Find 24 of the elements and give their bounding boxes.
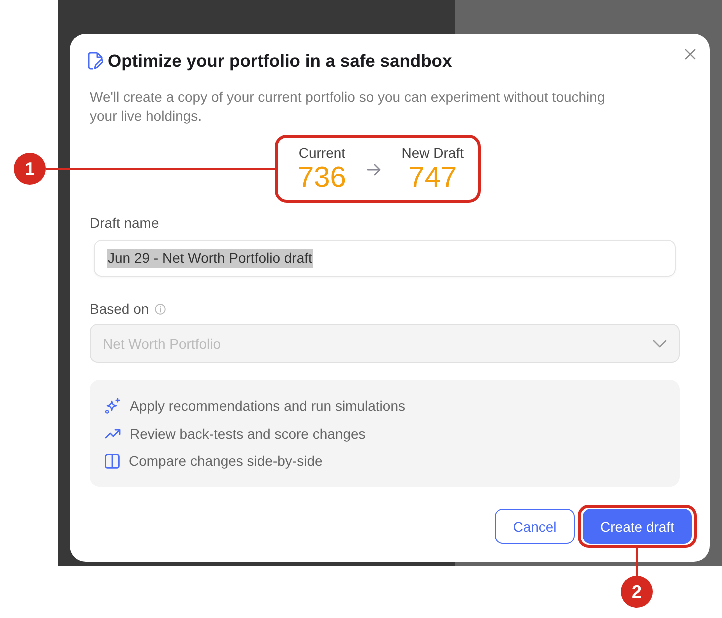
feature-text: Compare changes side-by-side [129, 452, 323, 471]
based-on-label: Based on [90, 300, 150, 318]
arrow-right-icon [367, 164, 382, 176]
feature-text: Review back-tests and score changes [130, 424, 366, 444]
callout-marker: 1 [14, 153, 46, 185]
dialog-title: Optimize your portfolio in a safe sandbox [108, 50, 452, 73]
sparkle-icon [105, 398, 121, 414]
dialog-description: We'll create a copy of your current portfolio so you can experiment without touching your live holdings. [90, 88, 606, 126]
document-pen-icon [88, 52, 103, 70]
info-icon [155, 304, 166, 314]
current-label: Current [298, 144, 346, 162]
new-draft-label: New Draft [402, 144, 464, 162]
create-button[interactable]: Create draft [583, 509, 692, 544]
split-columns-icon [105, 454, 120, 468]
close-icon[interactable] [683, 47, 697, 61]
cancel-button[interactable]: Cancel [495, 509, 575, 544]
chevron-down-icon [653, 340, 667, 348]
trend-up-icon [105, 428, 121, 438]
current-score: 736 [298, 162, 346, 194]
callout-marker: 2 [621, 576, 653, 608]
draft-name-field[interactable]: Jun 29 - Net Worth Portfolio draft [94, 240, 676, 277]
new-draft-score: 747 [408, 162, 458, 194]
draft-name-label: Draft name [90, 214, 160, 232]
feature-text: Apply recommendations and run simulations [130, 397, 406, 416]
